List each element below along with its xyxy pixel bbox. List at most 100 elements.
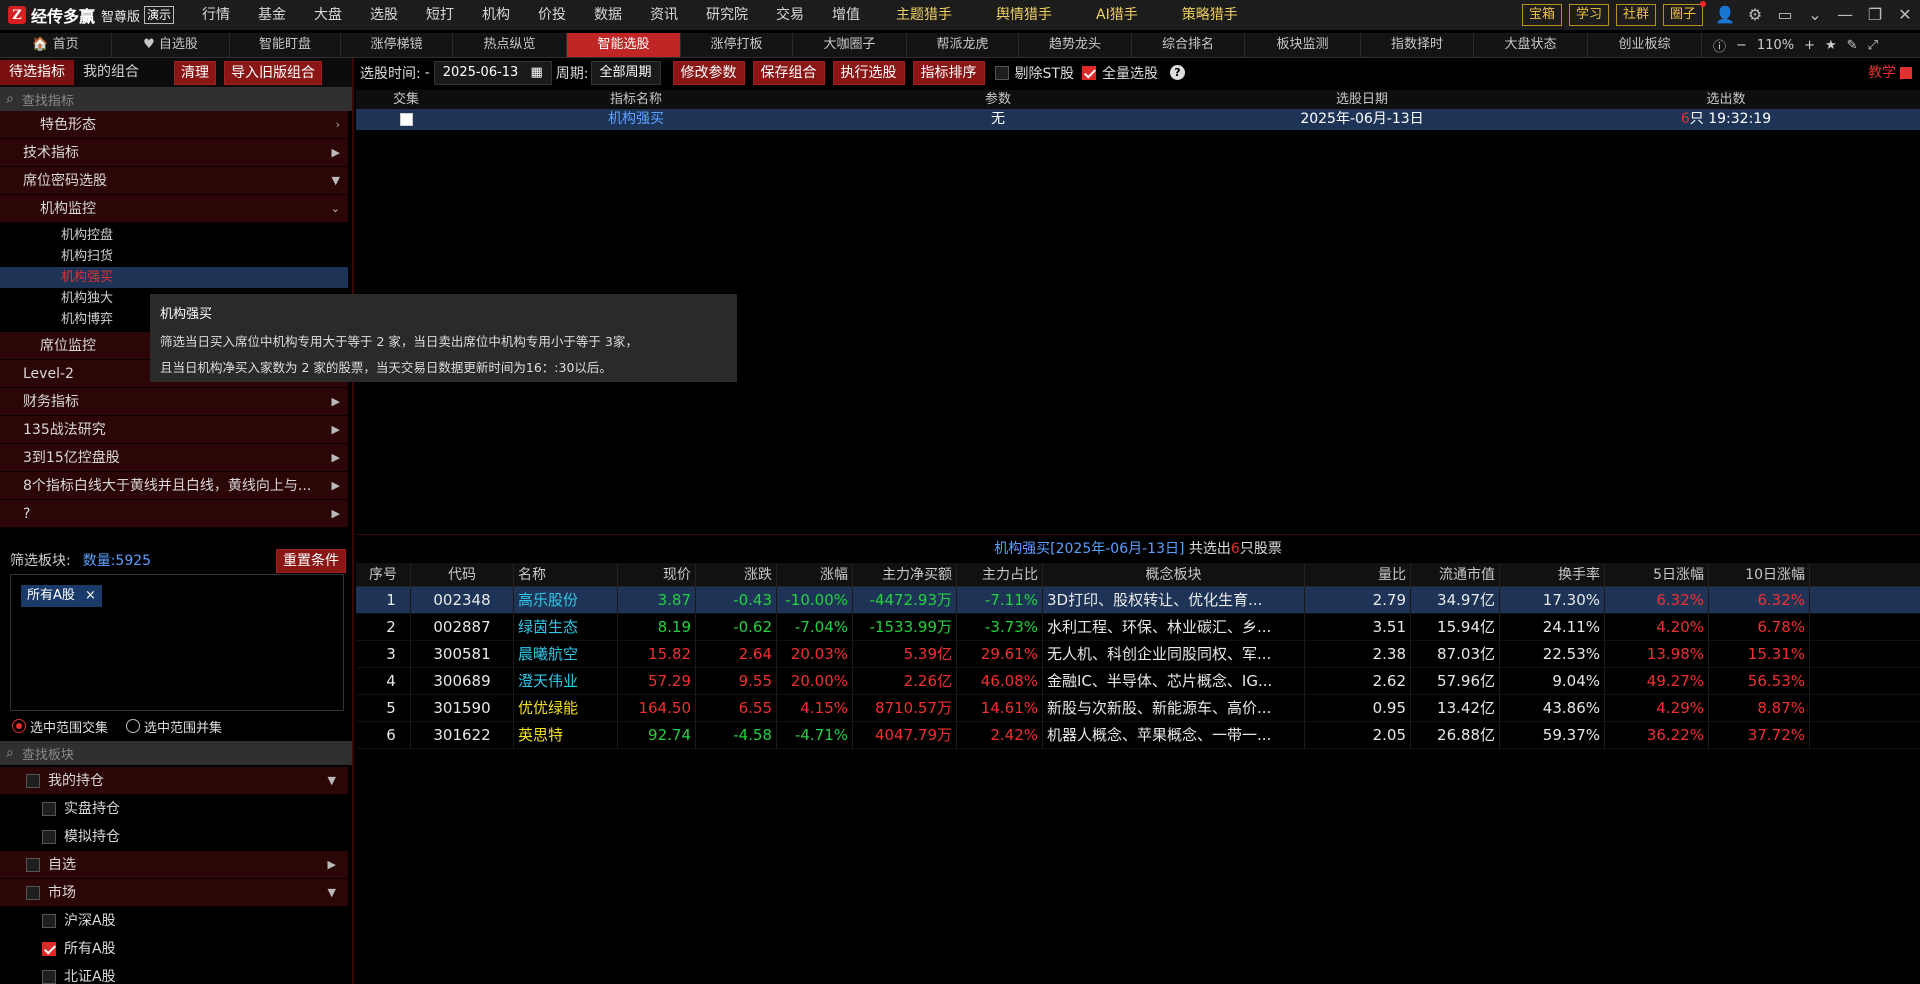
full-selection-checkbox[interactable] bbox=[1081, 65, 1096, 80]
block-checkbox[interactable] bbox=[42, 802, 56, 816]
intersection-checkbox[interactable] bbox=[399, 112, 413, 126]
tree-node[interactable]: 技术指标 ▶ bbox=[0, 139, 348, 167]
menu-item[interactable]: 数据 bbox=[580, 0, 636, 30]
table-row[interactable]: 3 300581 晨曦航空 15.82 2.64 20.03% 5.39亿 29.61% 无人机… bbox=[356, 641, 1920, 668]
expand-arrow-icon[interactable]: ▶ bbox=[332, 444, 340, 472]
tree-node[interactable]: 8个指标白线大于黄线并且白线，黄线向上与... ▶ bbox=[0, 472, 348, 500]
nav-tab[interactable]: 帮派龙虎 bbox=[907, 33, 1019, 57]
sort-indicators-button[interactable]: 指标排序 bbox=[912, 60, 985, 85]
expand-arrow-icon[interactable]: ▶ bbox=[332, 472, 340, 500]
block-node[interactable]: 实盘持仓 bbox=[0, 795, 348, 823]
block-checkbox[interactable] bbox=[26, 858, 40, 872]
block-checkbox[interactable] bbox=[42, 830, 56, 844]
nav-tab[interactable]: 综合排名 bbox=[1132, 33, 1245, 57]
menu-item[interactable]: 行情 bbox=[188, 0, 244, 30]
tag-close-icon[interactable]: × bbox=[85, 588, 96, 603]
expand-arrow-icon[interactable]: ▶ bbox=[332, 139, 340, 167]
close-icon[interactable]: ✕ bbox=[1890, 0, 1920, 30]
nav-tab[interactable]: 大咖圈子 bbox=[793, 33, 907, 57]
nav-tab[interactable]: 涨停打板 bbox=[681, 33, 793, 57]
expand-arrow-icon[interactable]: ▶ bbox=[328, 851, 336, 879]
table-row[interactable]: 6 301622 英思特 92.74 -4.58 -4.71% 4047.79万 2.42% 机… bbox=[356, 722, 1920, 749]
block-node[interactable]: 我的持仓 ▼ bbox=[0, 767, 348, 795]
menu-item[interactable]: 主题猎手 bbox=[874, 0, 974, 30]
menu-item[interactable]: 机构 bbox=[468, 0, 524, 30]
modify-params-button[interactable]: 修改参数 bbox=[672, 60, 745, 85]
import-old-combo-button[interactable]: 导入旧版组合 bbox=[224, 60, 322, 85]
app-logo[interactable]: Z 经传多赢 智尊版 演示 bbox=[0, 0, 175, 30]
expand-arrow-icon[interactable]: ▼ bbox=[332, 167, 340, 195]
intersection-radio[interactable] bbox=[12, 719, 26, 733]
column-header[interactable]: 换手率 bbox=[1500, 563, 1605, 586]
tree-node[interactable]: ? ▶ bbox=[0, 500, 348, 528]
nav-tab[interactable]: 智能盯盘 bbox=[230, 33, 341, 57]
expand-arrow-icon[interactable]: ▼ bbox=[328, 767, 336, 795]
column-header[interactable]: 5日涨幅 bbox=[1605, 563, 1709, 586]
block-checkbox[interactable] bbox=[26, 774, 40, 788]
reset-conditions-button[interactable]: 重置条件 bbox=[276, 549, 346, 573]
save-combo-button[interactable]: 保存组合 bbox=[752, 60, 825, 85]
column-header[interactable]: 现价 bbox=[618, 563, 696, 586]
block-checkbox[interactable] bbox=[42, 942, 56, 956]
tree-node[interactable]: 3到15亿控盘股 ▶ bbox=[0, 444, 348, 472]
run-selection-button[interactable]: 执行选股 bbox=[832, 60, 905, 85]
nav-tab[interactable]: 指数择时 bbox=[1361, 33, 1474, 57]
column-header[interactable]: 10日涨幅 bbox=[1709, 563, 1810, 586]
block-checkbox[interactable] bbox=[42, 914, 56, 928]
menu-item[interactable]: 价投 bbox=[524, 0, 580, 30]
column-header[interactable]: 量比 bbox=[1305, 563, 1411, 586]
menu-item[interactable]: 增值 bbox=[818, 0, 874, 30]
nav-tab[interactable]: 创业板综 bbox=[1588, 33, 1702, 57]
block-tag[interactable]: 所有A股 × bbox=[21, 585, 102, 607]
column-header[interactable]: 涨跌 bbox=[696, 563, 777, 586]
menu-item[interactable]: 大盘 bbox=[300, 0, 356, 30]
top-button[interactable]: 学习 bbox=[1568, 4, 1609, 26]
nav-tab[interactable]: 🏠 首页 bbox=[0, 33, 112, 57]
nav-tab[interactable]: 智能选股 bbox=[567, 33, 681, 57]
block-search-input[interactable]: 查找板块 bbox=[22, 744, 74, 763]
tree-node[interactable]: 席位密码选股 ▼ bbox=[0, 167, 348, 195]
nav-tab[interactable]: 趋势龙头 bbox=[1019, 33, 1132, 57]
expand-arrow-icon[interactable]: ▼ bbox=[328, 879, 336, 907]
info-icon[interactable]: ⓘ bbox=[1708, 36, 1731, 55]
block-checkbox[interactable] bbox=[26, 886, 40, 900]
expand-arrow-icon[interactable]: ⌄ bbox=[331, 195, 340, 223]
expand-arrow-icon[interactable]: ▶ bbox=[332, 388, 340, 416]
menu-item[interactable]: 交易 bbox=[762, 0, 818, 30]
restore-icon[interactable]: ❐ bbox=[1860, 0, 1890, 30]
menu-item[interactable]: 选股 bbox=[356, 0, 412, 30]
block-node[interactable]: 市场 ▼ bbox=[0, 879, 348, 907]
union-radio[interactable] bbox=[126, 719, 141, 733]
user-icon[interactable]: 👤 bbox=[1710, 0, 1740, 30]
column-header[interactable]: 主力净买额 bbox=[853, 563, 957, 586]
gear-icon[interactable]: ⚙ bbox=[1740, 0, 1770, 30]
tree-node[interactable]: 财务指标 ▶ bbox=[0, 388, 348, 416]
block-node[interactable]: 北证A股 bbox=[0, 963, 348, 984]
demo-badge[interactable]: 演示 bbox=[144, 6, 175, 24]
period-select[interactable]: 全部周期 bbox=[590, 60, 661, 85]
expand-arrow-icon[interactable]: › bbox=[336, 111, 340, 139]
column-header[interactable]: 名称 bbox=[514, 563, 618, 586]
column-header[interactable]: 代码 bbox=[411, 563, 514, 586]
tree-leaf[interactable]: 机构控盘 bbox=[0, 225, 348, 246]
table-row[interactable]: 4 300689 澄天伟业 57.29 9.55 20.00% 2.26亿 46.08% 金融I… bbox=[356, 668, 1920, 695]
minimize-icon[interactable]: — bbox=[1830, 0, 1860, 30]
block-node[interactable]: 沪深A股 bbox=[0, 907, 348, 935]
tab-my-combos[interactable]: 我的组合 bbox=[74, 60, 148, 85]
column-header[interactable]: 主力占比 bbox=[957, 563, 1043, 586]
tree-node[interactable]: 机构监控 ⌄ bbox=[0, 195, 348, 223]
column-header[interactable]: 序号 bbox=[356, 563, 411, 586]
menu-item[interactable]: 舆情猎手 bbox=[974, 0, 1074, 30]
menu-item[interactable]: 策略猎手 bbox=[1160, 0, 1260, 30]
zoom-out-icon[interactable]: − bbox=[1731, 38, 1752, 53]
layout-icon[interactable]: ▭ bbox=[1770, 0, 1800, 30]
block-node[interactable]: 模拟持仓 bbox=[0, 823, 348, 851]
tree-node[interactable]: 特色形态 › bbox=[0, 111, 348, 139]
block-search[interactable]: ⌕ 查找板块 bbox=[0, 741, 352, 765]
column-header[interactable]: 涨幅 bbox=[777, 563, 853, 586]
clear-button[interactable]: 清理 bbox=[174, 60, 216, 85]
table-row[interactable]: 1 002348 高乐股份 3.87 -0.43 -10.00% -4472.93万 -7.1… bbox=[356, 587, 1920, 614]
tab-pending-indicators[interactable]: 待选指标 bbox=[0, 60, 74, 85]
indicator-search-input[interactable]: 查找指标 bbox=[22, 90, 74, 109]
zoom-in-icon[interactable]: + bbox=[1799, 38, 1820, 53]
